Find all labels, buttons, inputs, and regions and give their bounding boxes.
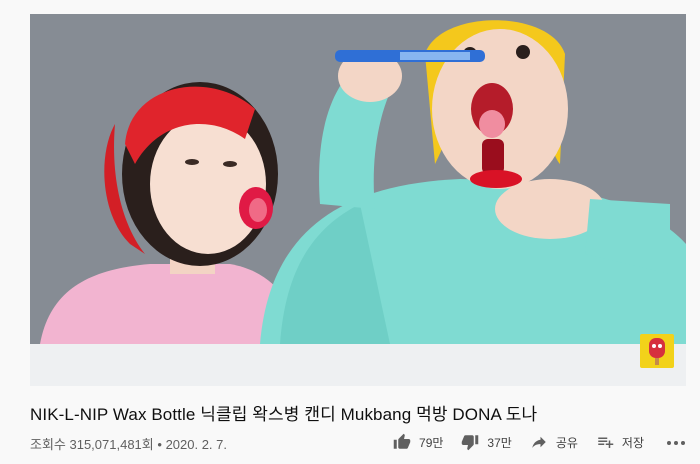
thumbs-up-icon bbox=[393, 433, 411, 449]
dislike-count: 37만 bbox=[487, 435, 512, 450]
watch-page: NIK-L-NIP Wax Bottle 닉클립 왁스병 캔디 Mukbang … bbox=[0, 0, 700, 464]
dislike-button[interactable]: 37만 bbox=[461, 433, 512, 451]
save-button[interactable]: 저장 bbox=[596, 433, 644, 451]
upload-date: 2020. 2. 7. bbox=[165, 437, 228, 452]
more-actions-button[interactable] bbox=[666, 433, 686, 451]
video-meta-row: 조회수 315,071,481회 • 2020. 2. 7. 79만 37만 공… bbox=[30, 430, 686, 454]
video-info: 조회수 315,071,481회 • 2020. 2. 7. bbox=[30, 434, 227, 453]
save-label: 저장 bbox=[621, 435, 644, 450]
video-frame bbox=[30, 14, 686, 386]
like-count: 79만 bbox=[419, 435, 444, 450]
video-actions: 79만 37만 공유 저장 bbox=[375, 430, 686, 454]
popsicle-icon bbox=[649, 338, 665, 365]
channel-watermark-logo[interactable] bbox=[640, 334, 674, 368]
meta-separator: • bbox=[157, 437, 162, 452]
view-count: 조회수 315,071,481회 bbox=[30, 437, 154, 452]
video-title: NIK-L-NIP Wax Bottle 닉클립 왁스병 캔디 Mukbang … bbox=[30, 405, 538, 424]
thumbs-down-icon bbox=[462, 435, 479, 451]
like-button[interactable]: 79만 bbox=[393, 433, 443, 451]
share-arrow-icon bbox=[532, 436, 546, 448]
more-horizontal-icon bbox=[667, 441, 685, 445]
share-label: 공유 bbox=[555, 435, 578, 450]
share-button[interactable]: 공유 bbox=[530, 433, 578, 451]
playlist-add-icon bbox=[598, 437, 614, 448]
video-player[interactable] bbox=[30, 14, 686, 386]
